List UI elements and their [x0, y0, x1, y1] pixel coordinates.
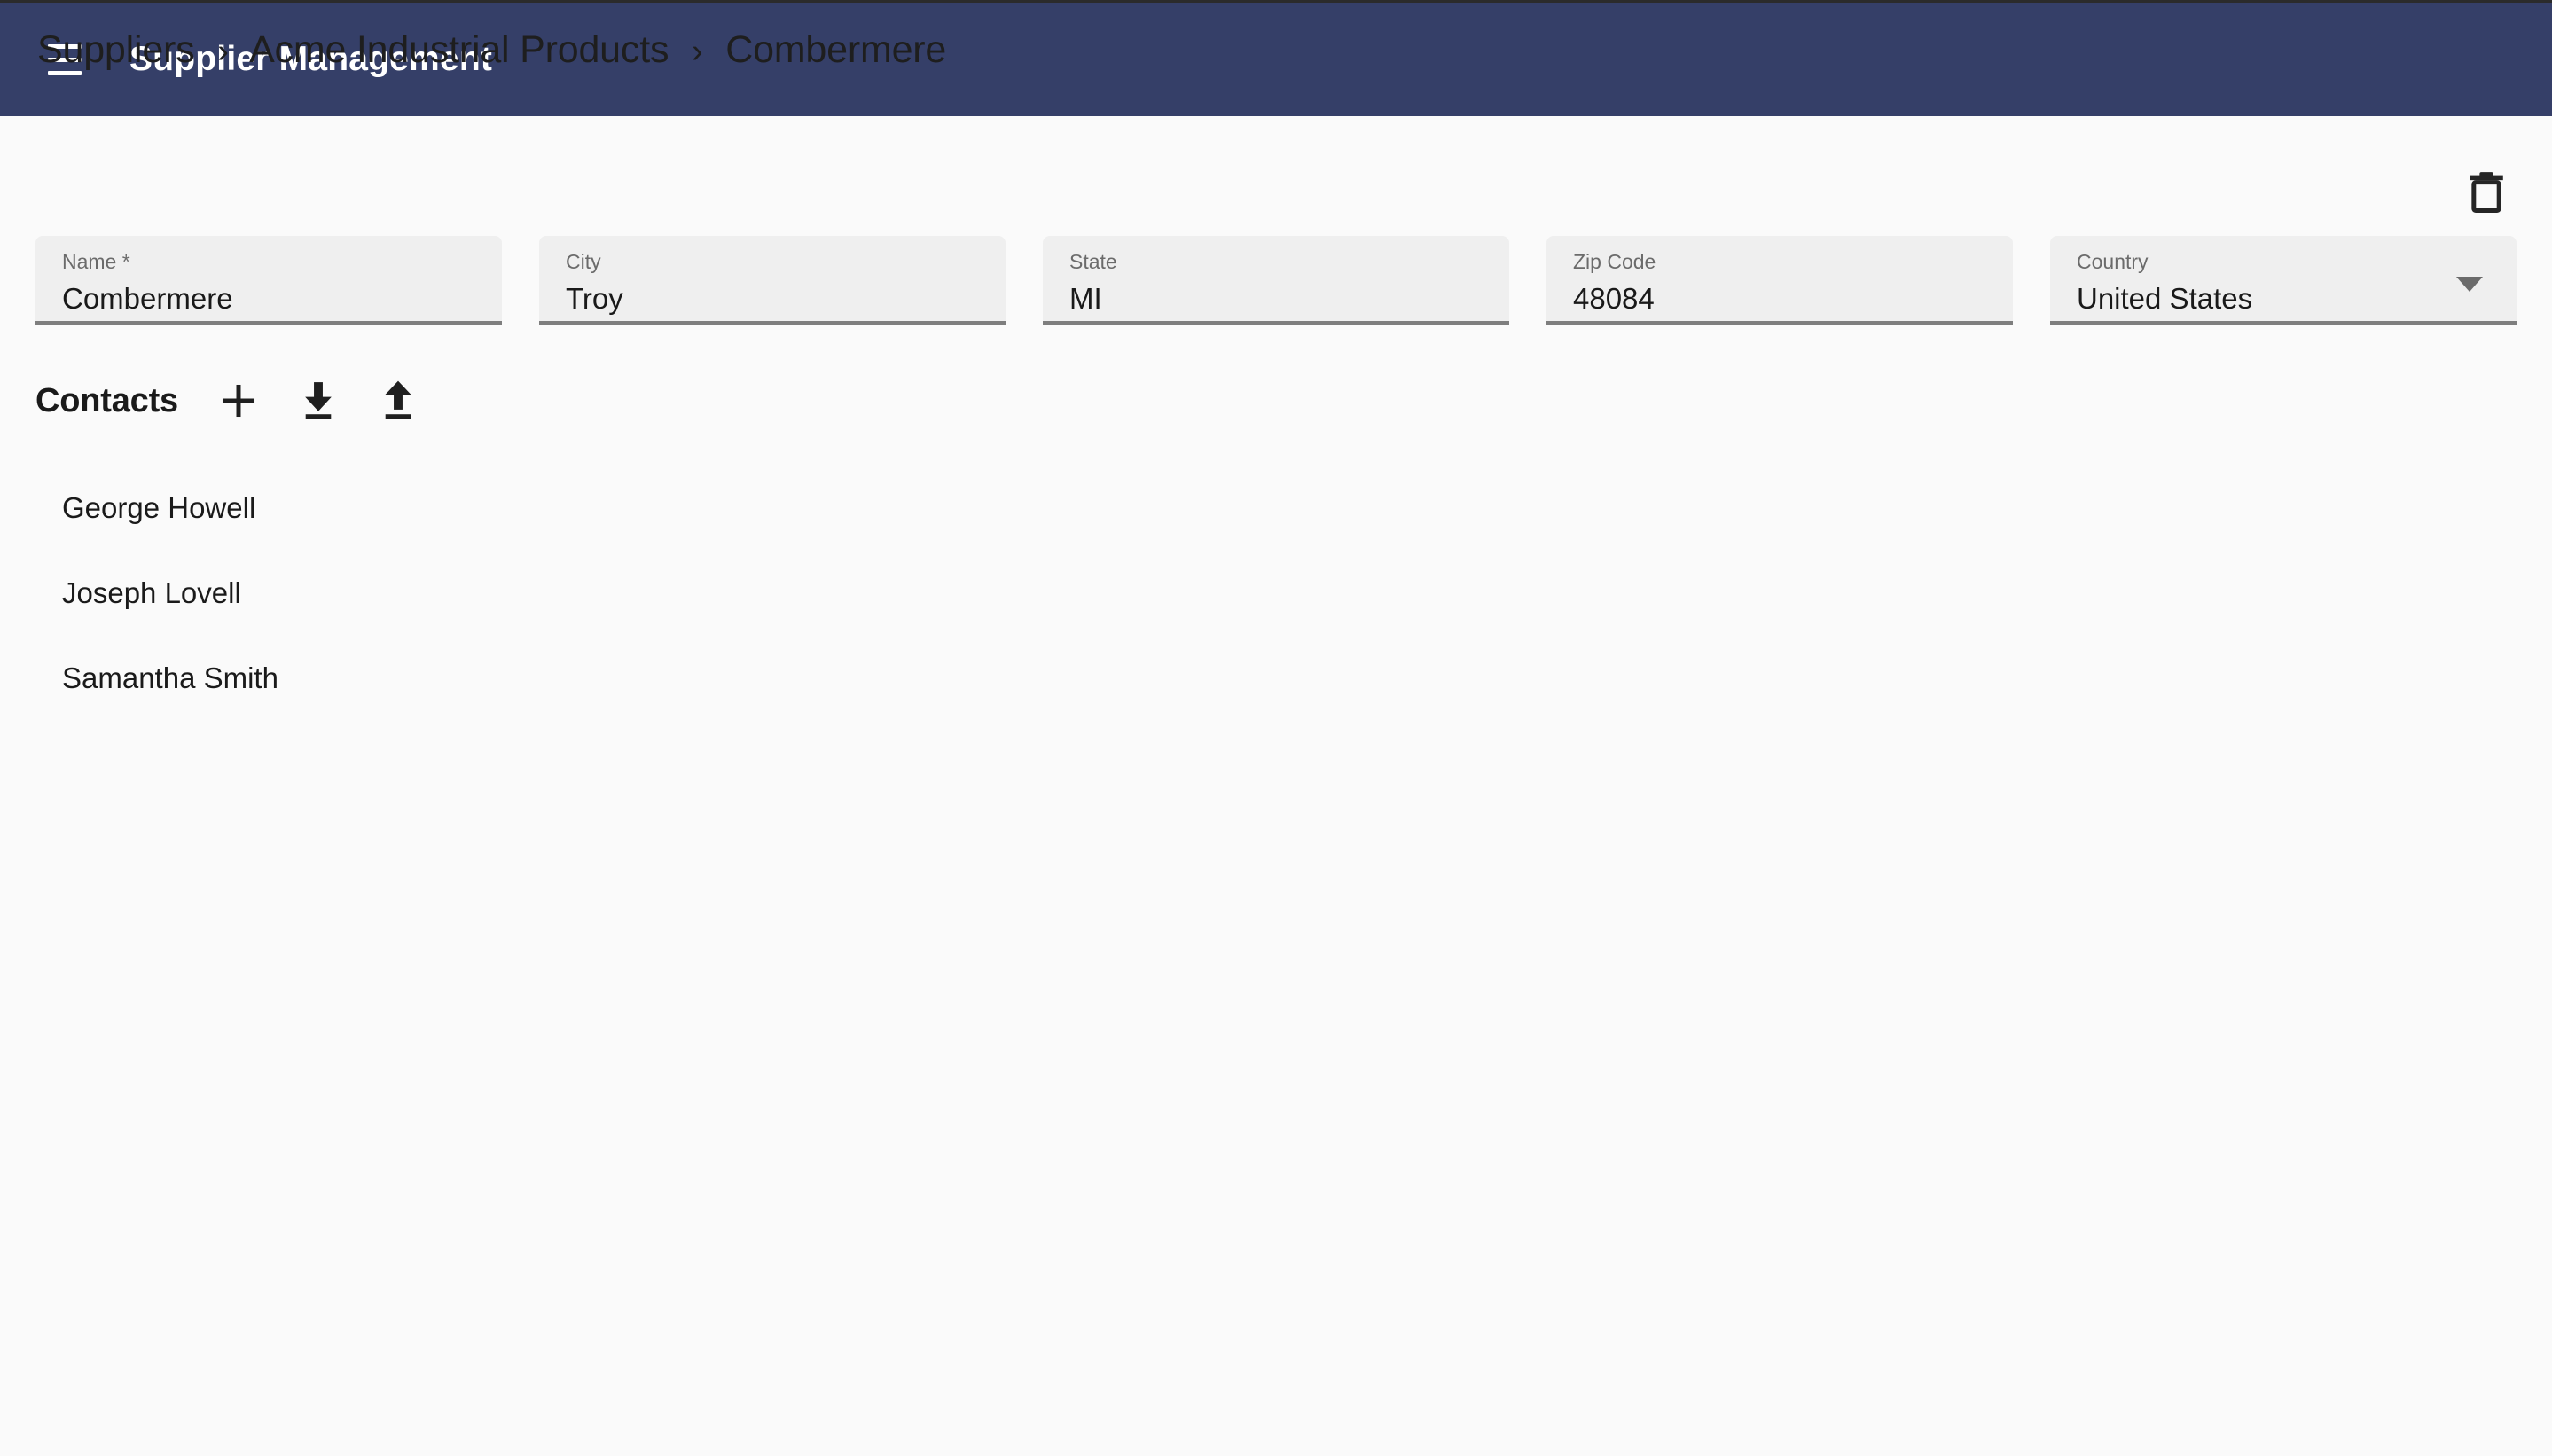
contacts-section-header: Contacts — [35, 372, 427, 429]
delete-button[interactable] — [2456, 161, 2517, 222]
country-select[interactable]: Country United States — [2050, 236, 2517, 325]
contact-name: Samantha Smith — [62, 661, 278, 694]
chevron-down-icon[interactable] — [2456, 277, 2483, 292]
upload-icon — [385, 380, 411, 419]
contacts-list: George Howell Joseph Lovell Samantha Smi… — [35, 466, 709, 721]
city-field[interactable]: City Troy — [539, 236, 1006, 325]
upload-contacts-button[interactable] — [370, 372, 427, 429]
list-item[interactable]: Samantha Smith — [35, 636, 709, 721]
zip-code-field-value: 48084 — [1573, 281, 1655, 315]
zip-code-field-label: Zip Code — [1573, 250, 1656, 273]
name-field-label: Name * — [62, 250, 130, 273]
list-item[interactable]: Joseph Lovell — [35, 551, 709, 636]
country-select-value: United States — [2077, 281, 2253, 315]
state-field-label: State — [1069, 250, 1117, 273]
name-field[interactable]: Name * Combermere — [35, 236, 502, 325]
contacts-title: Contacts — [35, 381, 178, 419]
trash-delete-icon — [2470, 172, 2503, 213]
breadcrumb: Suppliers › Acme Industrial Products › C… — [37, 28, 946, 72]
state-field[interactable]: State MI — [1043, 236, 1509, 325]
download-contacts-button[interactable] — [290, 372, 347, 429]
zip-code-field[interactable]: Zip Code 48084 — [1546, 236, 2013, 325]
plus-add-icon — [222, 384, 255, 418]
add-contact-button[interactable] — [210, 372, 267, 429]
name-field-value: Combermere — [62, 281, 233, 315]
city-field-label: City — [566, 250, 601, 273]
breadcrumb-item-supplier[interactable]: Acme Industrial Products — [249, 28, 669, 71]
list-item[interactable]: George Howell — [35, 466, 709, 551]
city-field-value: Troy — [566, 281, 623, 315]
contact-name: George Howell — [62, 491, 256, 524]
contact-name: Joseph Lovell — [62, 576, 241, 609]
breadcrumb-item-suppliers[interactable]: Suppliers — [37, 28, 195, 71]
supplier-form-fields: Name * Combermere City Troy State MI Zip… — [35, 236, 2517, 325]
state-field-value: MI — [1069, 281, 1102, 315]
country-select-label: Country — [2077, 250, 2149, 273]
app-root: Supplier Management Suppliers › Acme Ind… — [0, 0, 2552, 1456]
breadcrumb-separator-icon: › — [692, 33, 703, 70]
breadcrumb-separator-icon: › — [217, 33, 229, 70]
download-icon — [305, 382, 332, 419]
breadcrumb-item-current[interactable]: Combermere — [725, 28, 946, 71]
